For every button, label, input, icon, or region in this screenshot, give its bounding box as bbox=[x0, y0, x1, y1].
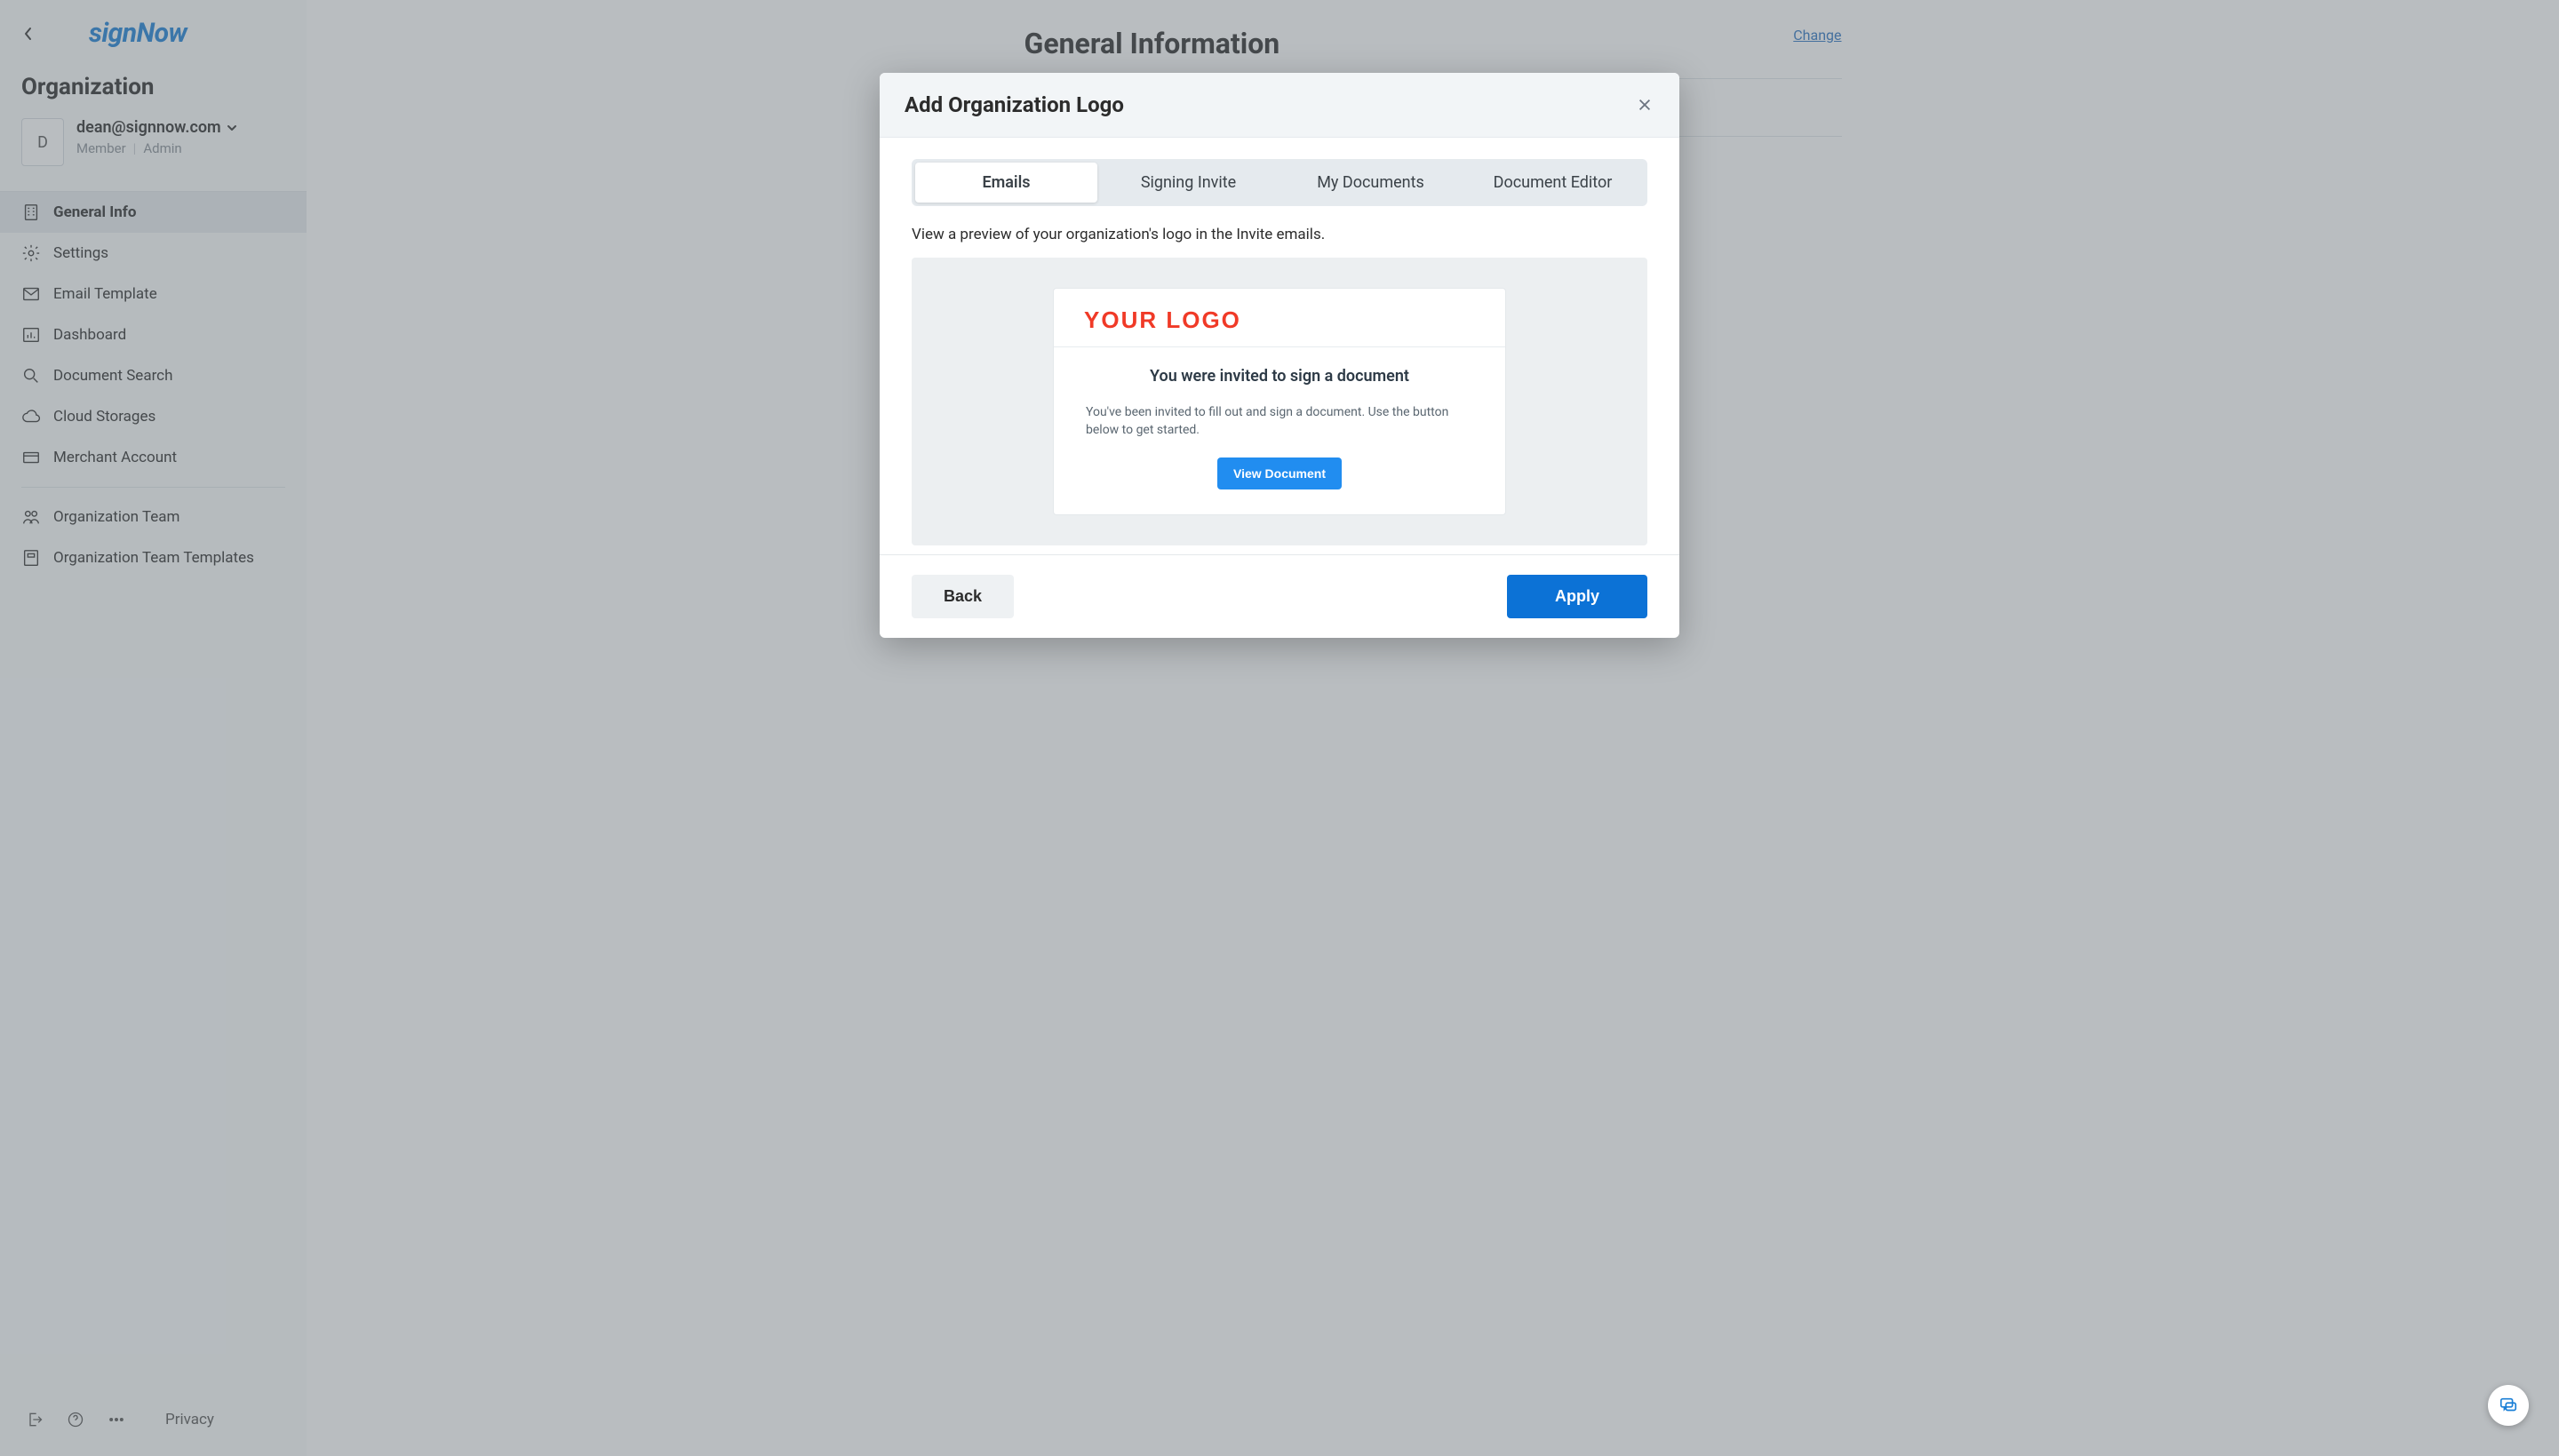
email-preview-card: Your Logo You were invited to sign a doc… bbox=[1053, 288, 1506, 515]
add-logo-modal: Add Organization Logo Emails Signing Inv… bbox=[880, 73, 1679, 638]
preview-hint: View a preview of your organization's lo… bbox=[912, 226, 1647, 243]
email-body-text: You've been invited to fill out and sign… bbox=[1086, 403, 1473, 440]
tab-my-documents[interactable]: My Documents bbox=[1280, 163, 1462, 203]
chat-fab[interactable] bbox=[2488, 1385, 2529, 1426]
tab-emails[interactable]: Emails bbox=[915, 163, 1097, 203]
modal-overlay: Add Organization Logo Emails Signing Inv… bbox=[0, 0, 2559, 1456]
tab-document-editor[interactable]: Document Editor bbox=[1462, 163, 1644, 203]
apply-button[interactable]: Apply bbox=[1507, 575, 1647, 618]
back-button[interactable]: Back bbox=[912, 575, 1014, 618]
email-heading: You were invited to sign a document bbox=[1086, 367, 1473, 386]
modal-title: Add Organization Logo bbox=[905, 92, 1124, 117]
close-icon[interactable] bbox=[1635, 95, 1654, 115]
modal-tabs: Emails Signing Invite My Documents Docum… bbox=[912, 159, 1647, 206]
tab-signing-invite[interactable]: Signing Invite bbox=[1097, 163, 1280, 203]
preview-canvas: Your Logo You were invited to sign a doc… bbox=[912, 258, 1647, 545]
view-document-button[interactable]: View Document bbox=[1217, 457, 1342, 489]
logo-placeholder: Your Logo bbox=[1084, 306, 1475, 334]
